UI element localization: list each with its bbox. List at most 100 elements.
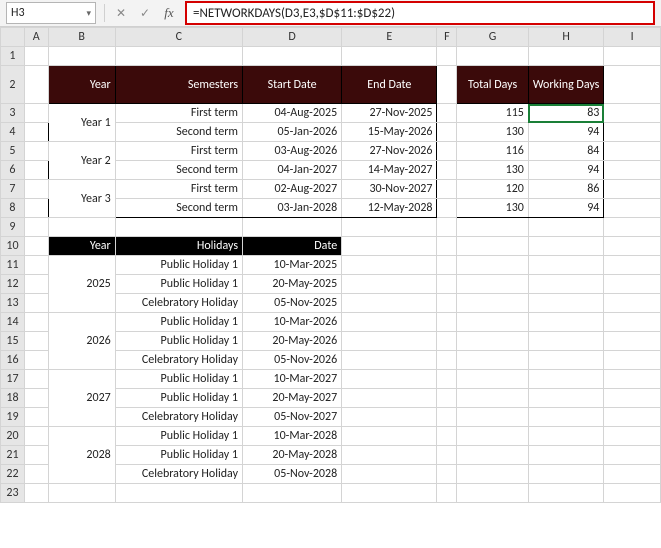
cell[interactable]: Celebratory Holiday (115, 408, 242, 427)
cell[interactable]: Second term (115, 161, 242, 180)
hdr-work[interactable]: Working Days (528, 66, 603, 104)
row-20[interactable]: 20 (1, 427, 25, 446)
row-21[interactable]: 21 (1, 446, 25, 465)
cell[interactable]: 130 (457, 161, 529, 180)
col-D[interactable]: D (243, 28, 342, 47)
cell[interactable]: 03-Jan-2028 (243, 199, 342, 218)
cell[interactable]: Year 1 (48, 104, 115, 142)
row-8[interactable]: 8 (1, 199, 25, 218)
cell[interactable]: 05-Nov-2026 (243, 351, 342, 370)
cell[interactable]: 2027 (48, 370, 115, 427)
cell[interactable]: 03-Aug-2026 (243, 142, 342, 161)
cell[interactable]: 94 (528, 199, 603, 218)
cell[interactable]: 115 (457, 104, 529, 123)
cell[interactable]: Second term (115, 199, 242, 218)
row-6[interactable]: 6 (1, 161, 25, 180)
cell[interactable]: 02-Aug-2027 (243, 180, 342, 199)
col-H[interactable]: H (528, 28, 603, 47)
cell[interactable]: 10-Mar-2026 (243, 313, 342, 332)
row-11[interactable]: 11 (1, 256, 25, 275)
row-2[interactable]: 2 (1, 66, 25, 104)
cell[interactable]: 130 (457, 123, 529, 142)
row-1[interactable]: 1 (1, 47, 25, 66)
cell[interactable]: 120 (457, 180, 529, 199)
col-B[interactable]: B (48, 28, 115, 47)
cell[interactable]: First term (115, 180, 242, 199)
cell[interactable]: 05-Nov-2028 (243, 465, 342, 484)
formula-input[interactable]: =NETWORKDAYS(D3,E3,$D$11:$D$22) (185, 1, 655, 25)
row-18[interactable]: 18 (1, 389, 25, 408)
cancel-icon[interactable]: ✕ (113, 6, 129, 21)
cell[interactable]: 2028 (48, 427, 115, 484)
grid[interactable]: A B C D E F G H I 1 2 Year Semesters Sta… (0, 27, 661, 503)
select-all[interactable] (1, 28, 25, 47)
cell[interactable]: 20-May-2025 (243, 275, 342, 294)
cell[interactable]: 20-May-2026 (243, 332, 342, 351)
cell[interactable]: 94 (528, 123, 603, 142)
cell[interactable]: 84 (528, 142, 603, 161)
row-23[interactable]: 23 (1, 484, 25, 503)
cell[interactable]: 04-Jan-2027 (243, 161, 342, 180)
row-13[interactable]: 13 (1, 294, 25, 313)
row-17[interactable]: 17 (1, 370, 25, 389)
cell[interactable]: 05-Nov-2025 (243, 294, 342, 313)
cell[interactable]: 2025 (48, 256, 115, 313)
cell[interactable]: 20-May-2027 (243, 389, 342, 408)
name-box[interactable]: H3 ▾ (6, 2, 96, 24)
cell[interactable]: 10-Mar-2028 (243, 427, 342, 446)
worksheet[interactable]: A B C D E F G H I 1 2 Year Semesters Sta… (0, 27, 661, 547)
row-3[interactable]: 3 (1, 104, 25, 123)
row-15[interactable]: 15 (1, 332, 25, 351)
row-22[interactable]: 22 (1, 465, 25, 484)
cell[interactable]: 10-Mar-2027 (243, 370, 342, 389)
cell[interactable]: Public Holiday 1 (115, 370, 242, 389)
confirm-icon[interactable]: ✓ (137, 6, 153, 21)
hdr-sem[interactable]: Semesters (115, 66, 242, 104)
cell[interactable]: 2026 (48, 313, 115, 370)
fx-icon[interactable]: fx (161, 5, 177, 21)
hdr2-year[interactable]: Year (48, 237, 115, 256)
cell[interactable]: 04-Aug-2025 (243, 104, 342, 123)
cell[interactable]: Year 3 (48, 180, 115, 218)
cell[interactable]: 94 (528, 161, 603, 180)
cell[interactable]: 130 (457, 199, 529, 218)
row-7[interactable]: 7 (1, 180, 25, 199)
cell[interactable]: 05-Nov-2027 (243, 408, 342, 427)
cell[interactable]: 12-May-2028 (342, 199, 437, 218)
chevron-down-icon[interactable]: ▾ (86, 8, 91, 19)
row-4[interactable]: 4 (1, 123, 25, 142)
cell[interactable]: Celebratory Holiday (115, 465, 242, 484)
hdr-end[interactable]: End Date (342, 66, 437, 104)
cell[interactable]: 27-Nov-2025 (342, 104, 437, 123)
cell[interactable]: Second term (115, 123, 242, 142)
hdr-total[interactable]: Total Days (457, 66, 529, 104)
row-10[interactable]: 10 (1, 237, 25, 256)
cell[interactable]: 20-May-2028 (243, 446, 342, 465)
hdr-start[interactable]: Start Date (243, 66, 342, 104)
cell[interactable]: First term (115, 142, 242, 161)
cell[interactable]: Celebratory Holiday (115, 294, 242, 313)
hdr2-date[interactable]: Date (243, 237, 342, 256)
cell[interactable]: 116 (457, 142, 529, 161)
hdr2-hol[interactable]: Holidays (115, 237, 242, 256)
cell[interactable]: Public Holiday 1 (115, 275, 242, 294)
row-19[interactable]: 19 (1, 408, 25, 427)
col-G[interactable]: G (457, 28, 529, 47)
active-cell-H3[interactable]: 83 (528, 104, 603, 123)
row-12[interactable]: 12 (1, 275, 25, 294)
cell[interactable]: Public Holiday 1 (115, 446, 242, 465)
row-16[interactable]: 16 (1, 351, 25, 370)
cell[interactable]: First term (115, 104, 242, 123)
row-5[interactable]: 5 (1, 142, 25, 161)
cell[interactable]: Public Holiday 1 (115, 313, 242, 332)
cell[interactable]: 10-Mar-2025 (243, 256, 342, 275)
cell[interactable]: 30-Nov-2027 (342, 180, 437, 199)
cell[interactable]: Public Holiday 1 (115, 332, 242, 351)
cell[interactable]: Public Holiday 1 (115, 389, 242, 408)
col-E[interactable]: E (342, 28, 437, 47)
cell[interactable]: 14-May-2027 (342, 161, 437, 180)
cell[interactable]: Public Holiday 1 (115, 256, 242, 275)
col-A[interactable]: A (24, 28, 48, 47)
cell[interactable]: 27-Nov-2026 (342, 142, 437, 161)
col-F[interactable]: F (437, 28, 457, 47)
